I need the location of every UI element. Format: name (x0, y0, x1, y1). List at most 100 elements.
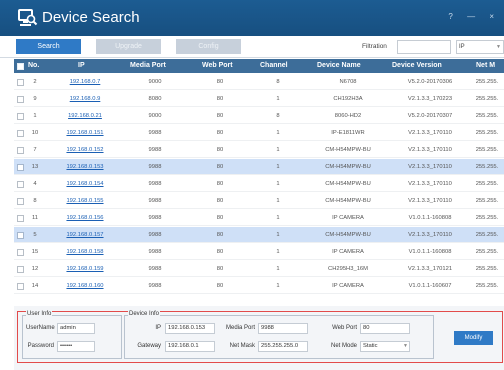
ip-field[interactable]: 192.168.0.153 (165, 323, 215, 334)
user-info-group: User Info UserName admin Password •••••• (22, 311, 122, 359)
col-header-channel[interactable]: Channel (260, 59, 288, 73)
row-checkbox[interactable] (17, 79, 24, 86)
cell-net-mask: 255.255. (475, 79, 499, 85)
cell-ip[interactable]: 192.168.0.153 (48, 159, 122, 175)
cell-channel: 1 (276, 147, 280, 153)
col-header-net-mask[interactable]: Net M (476, 59, 495, 73)
col-header-ip[interactable]: IP (78, 59, 85, 73)
table-row[interactable]: 13 192.168.0.153 9988 80 1 CM-H54MPW-BU V2.1.3… (14, 159, 504, 175)
password-field[interactable]: •••••• (57, 341, 95, 352)
cell-ip[interactable]: 192.168.0.155 (48, 193, 122, 209)
window-controls[interactable]: ? — × (448, 12, 500, 21)
cell-device-version: V2.1.3.3_170110 (408, 181, 452, 187)
table-row[interactable]: 12 192.168.0.159 9988 80 1 CH295H3_16M V2.1.3.… (14, 261, 504, 277)
col-header-media-port[interactable]: Media Port (130, 59, 166, 73)
row-checkbox[interactable] (17, 113, 24, 120)
modify-button[interactable]: Modify (454, 331, 493, 345)
username-field[interactable]: admin (57, 323, 95, 334)
media-port-label: Media Port (225, 325, 255, 331)
net-mode-select[interactable]: Static ▼ (360, 341, 410, 352)
cell-net-mask: 255.255. (475, 96, 499, 102)
web-port-field[interactable]: 80 (360, 323, 410, 334)
row-checkbox[interactable] (17, 96, 24, 103)
cell-net-mask: 255.255. (475, 198, 499, 204)
row-checkbox[interactable] (17, 283, 24, 290)
cell-device-name: CH192H3A (333, 96, 363, 102)
filtration-input[interactable] (397, 40, 451, 54)
net-mask-field[interactable]: 255.255.255.0 (258, 341, 308, 352)
net-mode-label: Net Mode (330, 343, 357, 349)
cell-ip[interactable]: 192.168.0.159 (48, 261, 122, 277)
cell-device-name: 8060-HD2 (334, 113, 362, 119)
table-header: No. IP Media Port Web Port Channel Devic… (14, 59, 504, 73)
table-row[interactable]: 14 192.168.0.160 9988 80 1 IP CAMERA V1.0.1.1-… (14, 278, 504, 294)
row-checkbox[interactable] (17, 147, 24, 154)
cell-ip[interactable]: 192.168.0.152 (48, 142, 122, 158)
filtration-label: Filtration (362, 43, 387, 50)
row-checkbox[interactable] (17, 164, 24, 171)
row-checkbox[interactable] (17, 198, 24, 205)
web-port-label: Web Port (332, 325, 357, 331)
cell-ip[interactable]: 192.168.0.9 (48, 91, 122, 107)
table-row[interactable]: 15 192.168.0.158 9988 80 1 IP CAMERA V1.0.1.1-… (14, 244, 504, 260)
cell-channel: 1 (276, 249, 280, 255)
row-checkbox[interactable] (17, 130, 24, 137)
col-header-device-version[interactable]: Device Version (392, 59, 442, 73)
title-bar: Device Search ? — × (0, 0, 504, 36)
row-checkbox[interactable] (17, 181, 24, 188)
cell-ip[interactable]: 192.168.0.151 (48, 125, 122, 141)
media-port-field[interactable]: 9988 (258, 323, 308, 334)
cell-web-port: 80 (216, 266, 224, 272)
cell-no: 2 (33, 79, 37, 85)
cell-ip[interactable]: 192.168.0.157 (48, 227, 122, 243)
cell-device-name: N6708 (339, 79, 357, 85)
filter-type-select[interactable]: IP ▼ (456, 40, 504, 54)
cell-ip[interactable]: 192.168.0.21 (48, 108, 122, 124)
device-info-legend: Device Info (128, 311, 161, 317)
gateway-field[interactable]: 192.168.0.1 (165, 341, 215, 352)
cell-channel: 1 (276, 266, 280, 272)
col-header-web-port[interactable]: Web Port (202, 59, 233, 73)
cell-device-version: V2.1.3.3_170110 (408, 232, 452, 238)
row-checkbox[interactable] (17, 249, 24, 256)
table-row[interactable]: 10 192.168.0.151 9988 80 1 IP-E1811WR V2.1.3.3… (14, 125, 504, 141)
table-row[interactable]: 9 192.168.0.9 8080 80 1 CH192H3A V2.1.3.3_1702… (14, 91, 504, 107)
row-checkbox[interactable] (17, 232, 24, 239)
cell-ip[interactable]: 192.168.0.154 (48, 176, 122, 192)
cell-media-port: 9988 (148, 283, 162, 289)
cell-device-name: IP-E1811WR (331, 130, 365, 136)
username-label: UserName (26, 325, 55, 331)
col-header-no[interactable]: No. (28, 59, 39, 73)
row-checkbox[interactable] (17, 215, 24, 222)
cell-media-port: 9988 (148, 232, 162, 238)
cell-device-version: V1.0.1.1-160607 (408, 283, 452, 289)
table-row[interactable]: 8 192.168.0.155 9988 80 1 CM-H54MPW-BU V2.1.3.… (14, 193, 504, 209)
table-row[interactable]: 2 192.168.0.7 9000 80 8 N6708 V5.2.0-20170306 2… (14, 74, 504, 90)
cell-web-port: 80 (216, 249, 224, 255)
cell-device-name: IP CAMERA (332, 249, 364, 255)
tab-search[interactable]: Search (16, 39, 81, 54)
col-header-device-name[interactable]: Device Name (317, 59, 361, 73)
select-all-checkbox[interactable] (17, 63, 24, 70)
cell-media-port: 9988 (148, 215, 162, 221)
table-row[interactable]: 5 192.168.0.157 9988 80 1 CM-H54MPW-BU V2.1.3.… (14, 227, 504, 243)
cell-channel: 1 (276, 198, 280, 204)
table-row[interactable]: 4 192.168.0.154 9988 80 1 CM-H54MPW-BU V2.1.3.… (14, 176, 504, 192)
table-row[interactable]: 7 192.168.0.152 9988 80 1 CM-H54MPW-BU V2.1.3.… (14, 142, 504, 158)
cell-media-port: 9988 (148, 181, 162, 187)
row-checkbox[interactable] (17, 266, 24, 273)
cell-media-port: 9000 (148, 113, 162, 119)
cell-device-version: V2.1.3.3_170121 (407, 266, 453, 272)
cell-no: 14 (31, 283, 39, 289)
gateway-label: Gateway (137, 343, 161, 349)
cell-device-name: CH295H3_16M (328, 266, 368, 272)
cell-ip[interactable]: 192.168.0.7 (48, 74, 122, 90)
table-row[interactable]: 1 192.168.0.21 9000 80 8 8060-HD2 V5.2.0-20170… (14, 108, 504, 124)
cell-ip[interactable]: 192.168.0.156 (48, 210, 122, 226)
cell-ip[interactable]: 192.168.0.158 (48, 244, 122, 260)
cell-ip[interactable]: 192.168.0.160 (48, 278, 122, 294)
cell-device-name: CM-H54MPW-BU (325, 232, 371, 238)
tab-config[interactable]: Config (176, 39, 241, 54)
tab-upgrade[interactable]: Upgrade (96, 39, 161, 54)
table-row[interactable]: 11 192.168.0.156 9988 80 1 IP CAMERA V1.0.1.1-… (14, 210, 504, 226)
